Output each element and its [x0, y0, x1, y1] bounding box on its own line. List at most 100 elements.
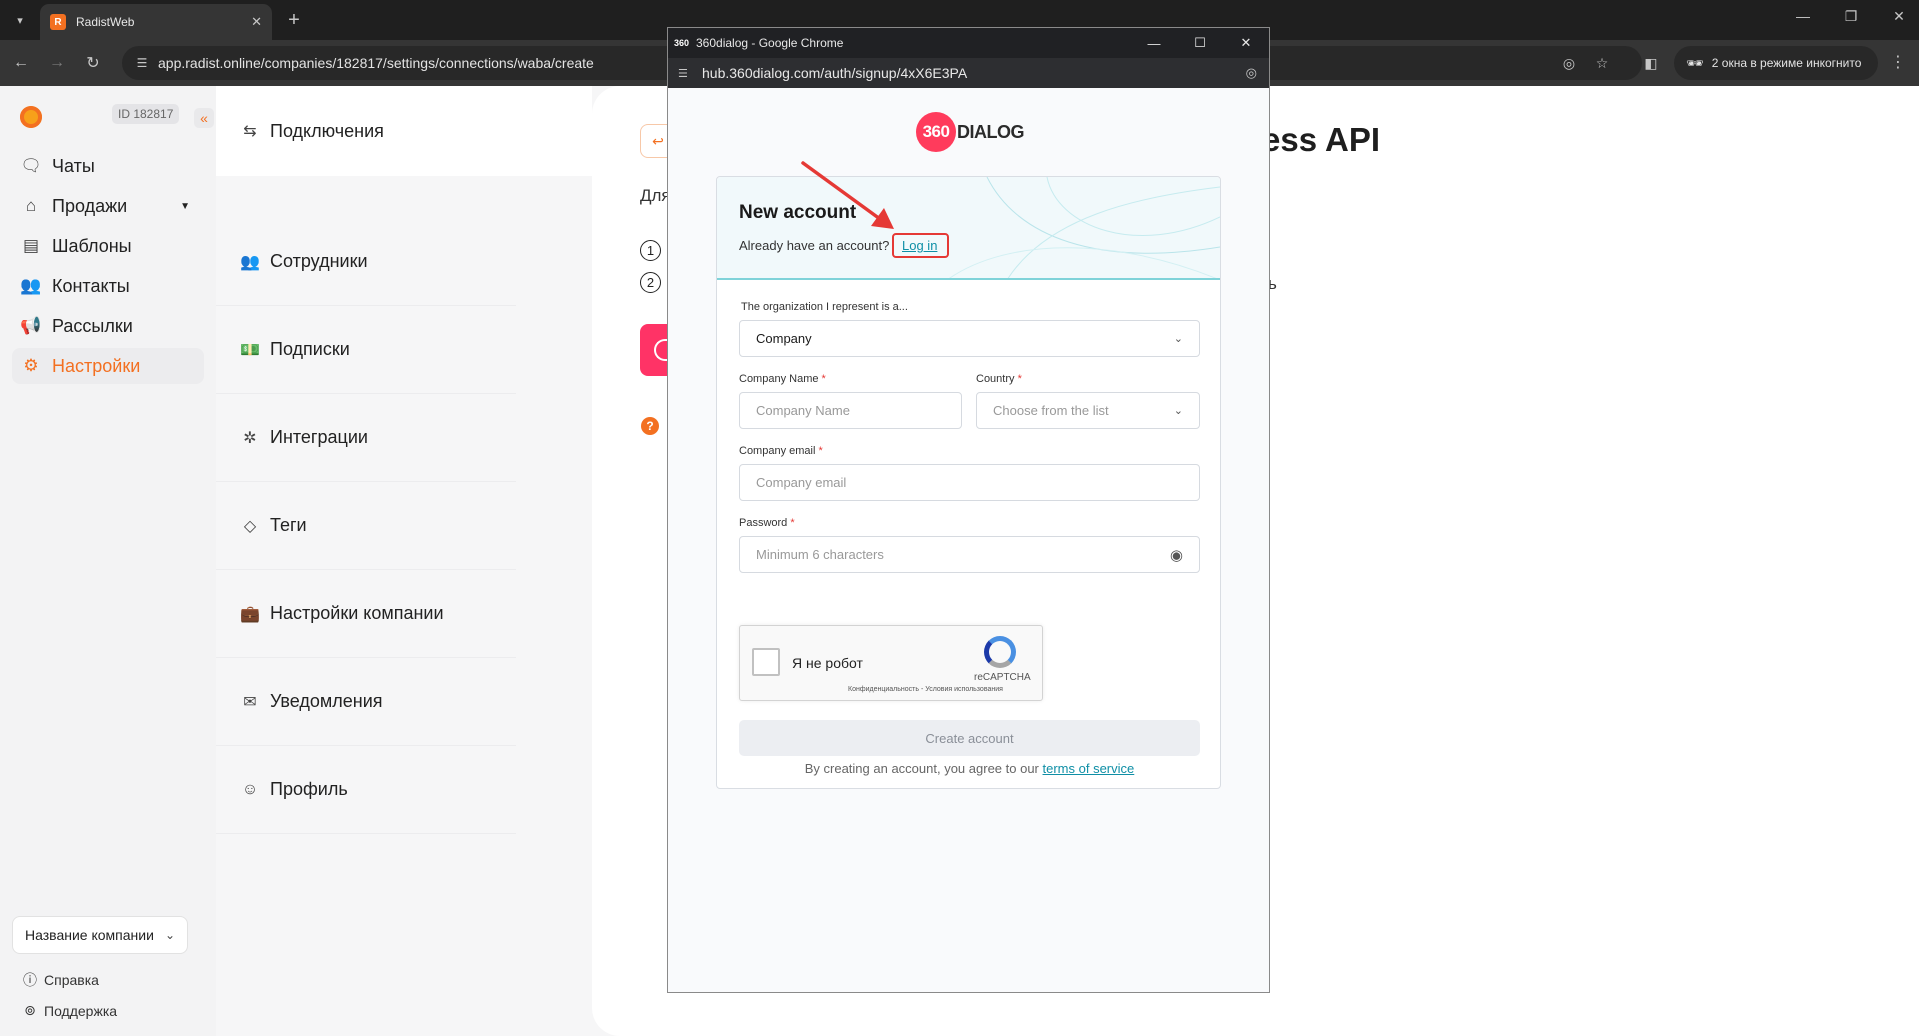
puzzle-icon: ✲ [243, 429, 257, 447]
email-field[interactable]: Company email [739, 464, 1200, 501]
settings-item-label: Теги [270, 515, 307, 535]
site-settings-icon[interactable]: ☰ [134, 55, 150, 71]
settings-item-subscriptions[interactable]: 💵 Подписки [216, 306, 516, 394]
ghost-icon: ☺ [241, 780, 259, 798]
country-placeholder: Choose from the list [993, 403, 1109, 418]
tab-close-icon[interactable]: ✕ [251, 14, 262, 30]
popup-titlebar: 360 360dialog - Google Chrome — ☐ ✕ [668, 28, 1269, 58]
company-select[interactable]: Название компании ⌄ [12, 916, 188, 954]
tag-icon: ◇ [243, 517, 257, 535]
create-account-button[interactable]: Create account [739, 720, 1200, 756]
gear-icon: ⚙ [23, 356, 39, 375]
terms-text: By creating an account, you agree to our… [739, 761, 1200, 776]
undo-arrow-icon: ↩ [652, 132, 664, 149]
reload-icon[interactable]: ↻ [82, 52, 104, 74]
logo-word: DIALOG [957, 121, 1025, 142]
password-label: Password * [739, 517, 795, 529]
briefcase-icon: 💼 [240, 605, 260, 623]
lifebuoy-icon: ⊚ [24, 1002, 36, 1018]
company-id-badge: ID 182817 [112, 104, 180, 124]
org-type-select[interactable]: Company ⌄ [739, 320, 1200, 357]
logo-number: 360 [916, 112, 956, 152]
support-label: Поддержка [44, 1002, 118, 1019]
eye-off-icon[interactable]: ◎ [1558, 52, 1580, 74]
incognito-icon: 🕶 [1686, 54, 1704, 71]
new-tab-plus-icon[interactable]: + [282, 8, 306, 32]
support-link[interactable]: ⊚ Поддержка [22, 1002, 117, 1019]
address-url[interactable]: app.radist.online/companies/182817/setti… [158, 55, 594, 71]
company-name-placeholder: Company Name [756, 403, 850, 418]
login-link[interactable]: Log in [902, 238, 937, 253]
chevron-down-icon: ⌄ [1173, 405, 1183, 417]
back-arrow-icon[interactable]: ← [10, 52, 32, 74]
mail-icon: ✉ [243, 693, 257, 711]
site-settings-icon[interactable]: ☰ [678, 67, 696, 80]
settings-item-integrations[interactable]: ✲ Интеграции [216, 394, 516, 482]
org-type-label: The organization I represent is a... [741, 301, 908, 313]
radist-logo[interactable] [20, 106, 42, 128]
settings-item-label: Интеграции [270, 427, 368, 447]
terms-prefix: By creating an account, you agree to our [804, 761, 1039, 776]
window-close-icon[interactable]: ✕ [1884, 8, 1914, 25]
chevron-down-icon: ⌄ [164, 928, 175, 942]
email-label: Company email * [739, 445, 823, 457]
help-link[interactable]: ⓘ Справка [22, 970, 99, 990]
settings-menu: ⇆ Подключения 👥 Сотрудники 💵 Подписки ✲ … [216, 86, 592, 1036]
settings-item-notifications[interactable]: ✉ Уведомления [216, 658, 516, 746]
browser-menu-icon[interactable]: ⋮ [1890, 52, 1906, 72]
settings-item-tags[interactable]: ◇ Теги [216, 482, 516, 570]
sidebar-item-contacts[interactable]: 👥 Контакты [12, 268, 204, 304]
bookmark-star-icon[interactable]: ☆ [1591, 52, 1613, 74]
terms-of-service-link[interactable]: terms of service [1043, 761, 1135, 776]
sidebar-item-settings[interactable]: ⚙ Настройки [12, 348, 204, 384]
minimize-icon[interactable]: — [1788, 8, 1818, 24]
cash-icon: 💵 [240, 341, 260, 359]
org-type-label-text: The organization I represent is a... [741, 301, 908, 313]
email-placeholder: Company email [756, 475, 847, 490]
recaptcha-terms-links[interactable]: Конфиденциальность - Условия использован… [848, 686, 1003, 693]
settings-item-company-settings[interactable]: 💼 Настройки компании [216, 570, 516, 658]
restore-icon[interactable]: ❐ [1836, 8, 1866, 25]
browser-tab[interactable]: R RadistWeb ✕ [40, 4, 272, 40]
popup-maximize-icon[interactable]: ☐ [1177, 35, 1223, 51]
popup-url[interactable]: hub.360dialog.com/auth/signup/4xX6E3PA [702, 65, 1246, 81]
sidebar-item-templates[interactable]: ▤ Шаблоны [12, 228, 204, 264]
settings-item-label: Подписки [270, 339, 350, 359]
panel-corner-inner [592, 86, 622, 1036]
info-icon: ⓘ [23, 972, 37, 988]
required-mark: * [818, 445, 823, 457]
recaptcha-logo-icon [984, 636, 1016, 668]
password-label-text: Password [739, 517, 788, 529]
country-label: Country * [976, 373, 1022, 385]
popup-close-icon[interactable]: ✕ [1223, 35, 1269, 51]
recaptcha-checkbox[interactable] [752, 648, 780, 676]
collapse-sidebar-icon[interactable]: « [194, 108, 214, 128]
eye-off-icon[interactable]: ◎ [1246, 65, 1257, 81]
company-select-value: Название компании [25, 927, 154, 943]
popup-minimize-icon[interactable]: — [1131, 36, 1177, 51]
password-field[interactable]: Minimum 6 characters ◉ [739, 536, 1200, 573]
required-mark: * [1017, 373, 1022, 385]
recaptcha-brand: reCAPTCHA [974, 672, 1031, 683]
country-select[interactable]: Choose from the list ⌄ [976, 392, 1200, 429]
side-panel-icon[interactable]: ◧ [1640, 52, 1662, 74]
company-name-input[interactable]: Company Name [739, 392, 962, 429]
settings-item-connections[interactable]: ⇆ Подключения [216, 86, 516, 176]
already-account-text: Already have an account? [739, 238, 890, 253]
card-title: New account [739, 202, 857, 223]
tab-search-chevron-icon[interactable]: ▾ [8, 8, 32, 32]
sidebar-item-chats[interactable]: 🗨 Чаты [12, 148, 204, 184]
arrows-icon: ⇆ [243, 123, 257, 140]
360dialog-favicon-icon: 360 [674, 38, 690, 48]
sidebar-item-mailings[interactable]: 📢 Рассылки [12, 308, 204, 344]
settings-item-employees[interactable]: 👥 Сотрудники [216, 218, 516, 306]
eye-icon[interactable]: ◉ [1170, 546, 1183, 564]
forward-arrow-icon[interactable]: → [46, 52, 68, 74]
document-icon: ▤ [22, 236, 40, 255]
settings-item-profile[interactable]: ☺ Профиль [216, 746, 516, 834]
sidebar-item-sales[interactable]: ⌂ Продажи ▼ [12, 188, 204, 224]
popup-url-bar[interactable]: ☰ hub.360dialog.com/auth/signup/4xX6E3PA… [668, 58, 1269, 88]
recaptcha-label: Я не робот [792, 655, 863, 671]
incognito-indicator[interactable]: 🕶 2 окна в режиме инкогнито [1674, 46, 1878, 80]
help-question-icon[interactable]: ? [641, 417, 659, 435]
